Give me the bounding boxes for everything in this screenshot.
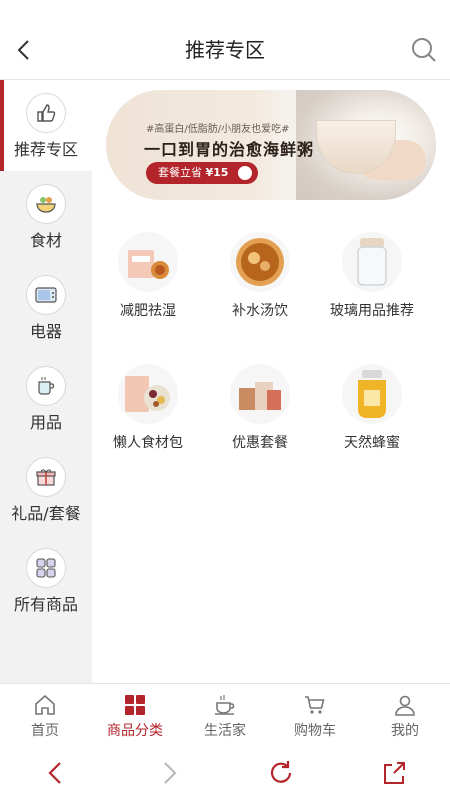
meal-kit-thumbnail bbox=[118, 364, 178, 424]
congee-photo bbox=[296, 90, 436, 200]
category-item[interactable]: 天然蜂蜜 bbox=[316, 364, 428, 474]
search-icon[interactable] bbox=[410, 36, 438, 64]
sidebar-item-label: 礼品/套餐 bbox=[11, 504, 81, 523]
browser-forward-icon[interactable] bbox=[155, 759, 183, 787]
food-bowl-icon bbox=[26, 184, 66, 224]
teacup-icon bbox=[215, 695, 235, 715]
category-label: 减肥祛湿 bbox=[120, 303, 176, 319]
sidebar-item-label: 推荐专区 bbox=[13, 140, 78, 159]
category-label: 玻璃用品推荐 bbox=[330, 303, 414, 319]
tab-label: 生活家 bbox=[204, 723, 246, 739]
tab-label: 我的 bbox=[391, 723, 419, 739]
tab-profile[interactable]: 我的 bbox=[360, 684, 450, 744]
thumbs-up-icon bbox=[26, 93, 66, 133]
banner-tagline: #高蛋白/低脂肪/小朋友也爱吃# bbox=[146, 124, 290, 135]
slimming-tea-thumbnail bbox=[118, 232, 178, 292]
browser-nav-bar bbox=[0, 743, 450, 800]
banner-savings-pill[interactable]: 套餐立省 ¥15 bbox=[146, 162, 259, 184]
home-icon bbox=[35, 694, 55, 715]
cup-icon bbox=[26, 366, 66, 406]
glass-jar-thumbnail bbox=[342, 232, 402, 292]
category-item[interactable]: 补水汤饮 bbox=[204, 232, 316, 342]
cart-icon bbox=[305, 696, 325, 714]
tab-label: 首页 bbox=[31, 723, 59, 739]
browser-back-icon[interactable] bbox=[42, 759, 70, 787]
gift-icon bbox=[26, 457, 66, 497]
tab-label: 购物车 bbox=[294, 723, 336, 739]
category-item[interactable]: 玻璃用品推荐 bbox=[316, 232, 428, 342]
sidebar-item-all-products[interactable]: 所有商品 bbox=[0, 535, 92, 626]
refresh-icon[interactable] bbox=[267, 759, 295, 787]
tab-home[interactable]: 首页 bbox=[0, 684, 90, 744]
package-set-thumbnail bbox=[230, 364, 290, 424]
sidebar-item-gifts[interactable]: 礼品/套餐 bbox=[0, 444, 92, 535]
page-title: 推荐专区 bbox=[185, 38, 265, 62]
tab-lifestyle[interactable]: 生活家 bbox=[180, 684, 270, 744]
tab-categories[interactable]: 商品分类 bbox=[90, 684, 180, 744]
tab-cart[interactable]: 购物车 bbox=[270, 684, 360, 744]
pill-text: 套餐立省 bbox=[158, 166, 202, 179]
user-icon bbox=[395, 695, 415, 716]
category-sidebar: 推荐专区 食材 电器 用品 礼品/套餐 所有商品 bbox=[0, 80, 92, 683]
category-item[interactable]: 减肥祛湿 bbox=[92, 232, 204, 342]
sidebar-item-label: 用品 bbox=[29, 413, 62, 432]
soup-bowl-thumbnail bbox=[230, 232, 290, 292]
sidebar-item-recommended[interactable]: 推荐专区 bbox=[0, 80, 92, 171]
honey-jar-thumbnail bbox=[342, 364, 402, 424]
category-icon bbox=[125, 695, 145, 715]
share-icon[interactable] bbox=[380, 759, 408, 787]
category-label: 懒人食材包 bbox=[113, 435, 183, 451]
banner-headline: 一口到胃的治愈海鲜粥 bbox=[144, 140, 315, 159]
main-content: #高蛋白/低脂肪/小朋友也爱吃# 一口到胃的治愈海鲜粥 套餐立省 ¥15 减肥祛… bbox=[92, 80, 450, 683]
chevron-right-icon bbox=[238, 166, 253, 180]
sidebar-item-label: 电器 bbox=[29, 322, 62, 341]
category-item[interactable]: 优惠套餐 bbox=[204, 364, 316, 474]
sidebar-item-label: 食材 bbox=[29, 231, 62, 250]
promo-banner[interactable]: #高蛋白/低脂肪/小朋友也爱吃# 一口到胃的治愈海鲜粥 套餐立省 ¥15 bbox=[106, 90, 436, 200]
category-item[interactable]: 懒人食材包 bbox=[92, 364, 204, 474]
category-label: 补水汤饮 bbox=[232, 303, 288, 319]
grid-icon bbox=[26, 548, 66, 588]
sidebar-item-appliances[interactable]: 电器 bbox=[0, 262, 92, 353]
sidebar-item-label: 所有商品 bbox=[13, 595, 78, 614]
header-bar: 推荐专区 bbox=[0, 0, 450, 80]
category-label: 天然蜂蜜 bbox=[344, 435, 400, 451]
bottom-tab-bar: 首页 商品分类 生活家 购物车 我的 bbox=[0, 683, 450, 743]
sidebar-item-food[interactable]: 食材 bbox=[0, 171, 92, 262]
sidebar-item-supplies[interactable]: 用品 bbox=[0, 353, 92, 444]
microwave-icon bbox=[26, 275, 66, 315]
category-label: 优惠套餐 bbox=[232, 435, 288, 451]
tab-label: 商品分类 bbox=[107, 723, 163, 739]
pill-price: ¥15 bbox=[205, 166, 229, 179]
